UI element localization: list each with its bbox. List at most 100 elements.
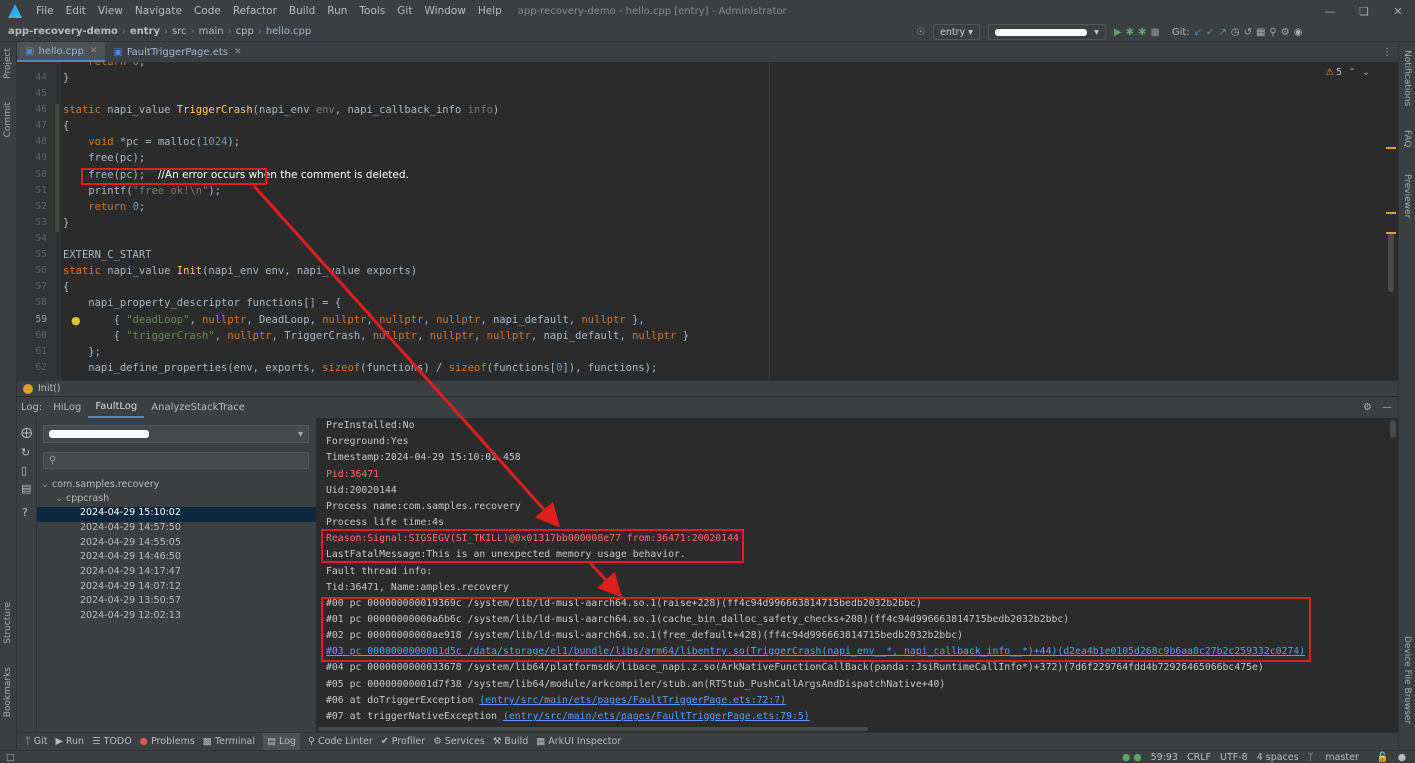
menu-help[interactable]: Help: [472, 5, 508, 17]
inspection-widget[interactable]: ⚠ 5 ⌃ ⌄: [1325, 67, 1370, 78]
tool-problems[interactable]: ● Problems: [140, 736, 195, 747]
prev-highlight-icon[interactable]: ⌃: [1348, 67, 1356, 78]
git-commit-icon[interactable]: ✓: [1206, 24, 1214, 40]
tree-entry[interactable]: 2024-04-29 14:17:47: [80, 566, 181, 577]
next-highlight-icon[interactable]: ⌄: [1362, 67, 1370, 78]
menu-run[interactable]: Run: [321, 5, 353, 17]
settings-icon[interactable]: ⚙: [1281, 24, 1290, 40]
indent-setting[interactable]: 4 spaces: [1257, 752, 1299, 763]
rollback-icon[interactable]: ↺: [1244, 24, 1252, 40]
hide-panel-icon[interactable]: —: [1382, 402, 1392, 413]
file-encoding[interactable]: UTF-8: [1220, 752, 1248, 763]
bookmarks-tool-tab[interactable]: Bookmarks: [3, 667, 13, 717]
target-icon[interactable]: ☉: [916, 24, 925, 40]
fault-log-content[interactable]: PreInstalled:No Foreground:Yes Timestamp…: [318, 418, 1398, 732]
project-structure-icon[interactable]: ▦: [1256, 24, 1265, 40]
device-dropdown[interactable]: ▾: [987, 24, 1106, 40]
device-icon[interactable]: ▯: [21, 464, 27, 477]
menu-tools[interactable]: Tools: [353, 5, 391, 17]
tab-hilog[interactable]: HiLog: [46, 397, 88, 418]
history-icon[interactable]: ◷: [1231, 24, 1240, 40]
run-icon[interactable]: ▶: [1114, 24, 1122, 40]
faq-tool-tab[interactable]: FAQ: [1402, 130, 1412, 147]
breadcrumb-main[interactable]: main: [199, 26, 224, 37]
tab-faulttriggerpage[interactable]: ▣ FaultTriggerPage.ets ✕: [105, 42, 249, 62]
source-link[interactable]: (entry/src/main/ets/pages/FaultTriggerPa…: [479, 695, 786, 706]
close-window-icon[interactable]: ✕: [1381, 0, 1415, 22]
tree-entry[interactable]: 2024-04-29 13:50:57: [80, 595, 181, 606]
menu-refactor[interactable]: Refactor: [227, 5, 283, 17]
breadcrumb-file[interactable]: hello.cpp: [266, 26, 311, 37]
connect-icon[interactable]: ⨁: [21, 426, 32, 439]
tool-code-linter[interactable]: ⚲ Code Linter: [308, 736, 373, 747]
menu-navigate[interactable]: Navigate: [129, 5, 188, 17]
log-settings-icon[interactable]: ⚙: [1363, 402, 1372, 413]
tree-category[interactable]: ⌄ cppcrash: [55, 493, 109, 504]
editor-scrollbar[interactable]: [1384, 62, 1398, 380]
git-branch[interactable]: ᛉ master: [1308, 752, 1368, 763]
save-icon[interactable]: ▤: [21, 482, 31, 495]
menu-window[interactable]: Window: [418, 5, 471, 17]
tool-todo[interactable]: ☰ TODO: [92, 736, 132, 747]
tree-entry[interactable]: 2024-04-29 14:46:50: [80, 551, 181, 562]
tool-terminal[interactable]: ▩ Terminal: [203, 736, 255, 747]
close-tab-icon[interactable]: ✕: [234, 47, 242, 57]
git-update-icon[interactable]: ↙: [1194, 24, 1202, 40]
notification-icon[interactable]: ●: [1398, 752, 1406, 763]
current-function[interactable]: Init(): [38, 383, 61, 394]
tab-faultlog[interactable]: FaultLog: [88, 397, 145, 418]
tool-build[interactable]: ⚒ Build: [493, 736, 528, 747]
search-icon[interactable]: ⚲: [1269, 24, 1276, 40]
menu-code[interactable]: Code: [188, 5, 227, 17]
project-tool-tab[interactable]: Project: [3, 48, 13, 79]
menu-git[interactable]: Git: [391, 5, 418, 17]
device-file-browser-tool-tab[interactable]: Device File Browser: [1402, 636, 1412, 724]
tab-hello-cpp[interactable]: ▣ hello.cpp ✕: [17, 42, 106, 62]
tree-package[interactable]: ⌄ com.samples.recovery: [41, 479, 159, 490]
tab-analyzestacktrace[interactable]: AnalyzeStackTrace: [144, 397, 252, 418]
menu-view[interactable]: View: [92, 5, 129, 17]
debug-icon[interactable]: ✱: [1126, 24, 1134, 40]
device-select[interactable]: ▾: [43, 425, 309, 443]
stop-icon[interactable]: ■: [1150, 24, 1159, 40]
log-horizontal-scrollbar[interactable]: [318, 727, 868, 731]
code-editor[interactable]: return 0; } static napi_value TriggerCra…: [61, 62, 1398, 380]
git-push-icon[interactable]: ↗: [1218, 24, 1226, 40]
tool-profiler[interactable]: ✔ Profiler: [381, 736, 425, 747]
run-config-dropdown[interactable]: entry ▾: [932, 24, 980, 40]
more-tabs-icon[interactable]: ⋮: [1382, 42, 1398, 62]
tree-entry[interactable]: 2024-04-29 14:07:12: [80, 581, 181, 592]
layout-icon[interactable]: □: [6, 752, 15, 763]
breadcrumb-module[interactable]: entry: [130, 26, 160, 37]
tree-entry[interactable]: 2024-04-29 15:10:02: [37, 507, 316, 522]
bulb-icon[interactable]: ●: [71, 314, 81, 327]
refresh-icon[interactable]: ↻: [21, 446, 30, 459]
source-link[interactable]: (entry/src/main/ets/pages/FaultTriggerPa…: [503, 711, 810, 722]
breadcrumb-project[interactable]: app-recovery-demo: [8, 26, 118, 37]
tool-run[interactable]: ▶ Run: [55, 736, 84, 747]
tool-git[interactable]: ᛉ Git: [25, 736, 47, 747]
close-tab-icon[interactable]: ✕: [90, 46, 98, 56]
help-icon[interactable]: ?: [22, 506, 28, 519]
menu-build[interactable]: Build: [283, 5, 321, 17]
lock-icon[interactable]: 🔓: [1377, 752, 1389, 763]
breadcrumb-src[interactable]: src: [172, 26, 187, 37]
account-icon[interactable]: ◉: [1294, 24, 1303, 40]
tree-entry[interactable]: 2024-04-29 14:57:50: [80, 522, 181, 533]
search-input[interactable]: ⚲: [43, 452, 309, 469]
menu-file[interactable]: File: [30, 5, 60, 17]
tool-log[interactable]: ▤ Log: [262, 732, 300, 751]
tree-entry[interactable]: 2024-04-29 14:55:05: [80, 537, 181, 548]
attach-debugger-icon[interactable]: ✱: [1138, 24, 1146, 40]
tree-entry[interactable]: 2024-04-29 12:02:13: [80, 610, 181, 621]
commit-tool-tab[interactable]: Commit: [3, 102, 13, 137]
tool-arkui-inspector[interactable]: ▦ ArkUI Inspector: [536, 736, 621, 747]
previewer-tool-tab[interactable]: Previewer: [1402, 174, 1412, 218]
minimize-icon[interactable]: —: [1313, 0, 1347, 22]
log-vertical-scrollbar[interactable]: [1390, 420, 1396, 438]
menu-edit[interactable]: Edit: [60, 5, 92, 17]
structure-tool-tab[interactable]: Structure: [3, 602, 13, 644]
tool-services[interactable]: ⚙ Services: [433, 736, 485, 747]
restore-icon[interactable]: ❏: [1347, 0, 1381, 22]
line-separator[interactable]: CRLF: [1187, 752, 1211, 763]
